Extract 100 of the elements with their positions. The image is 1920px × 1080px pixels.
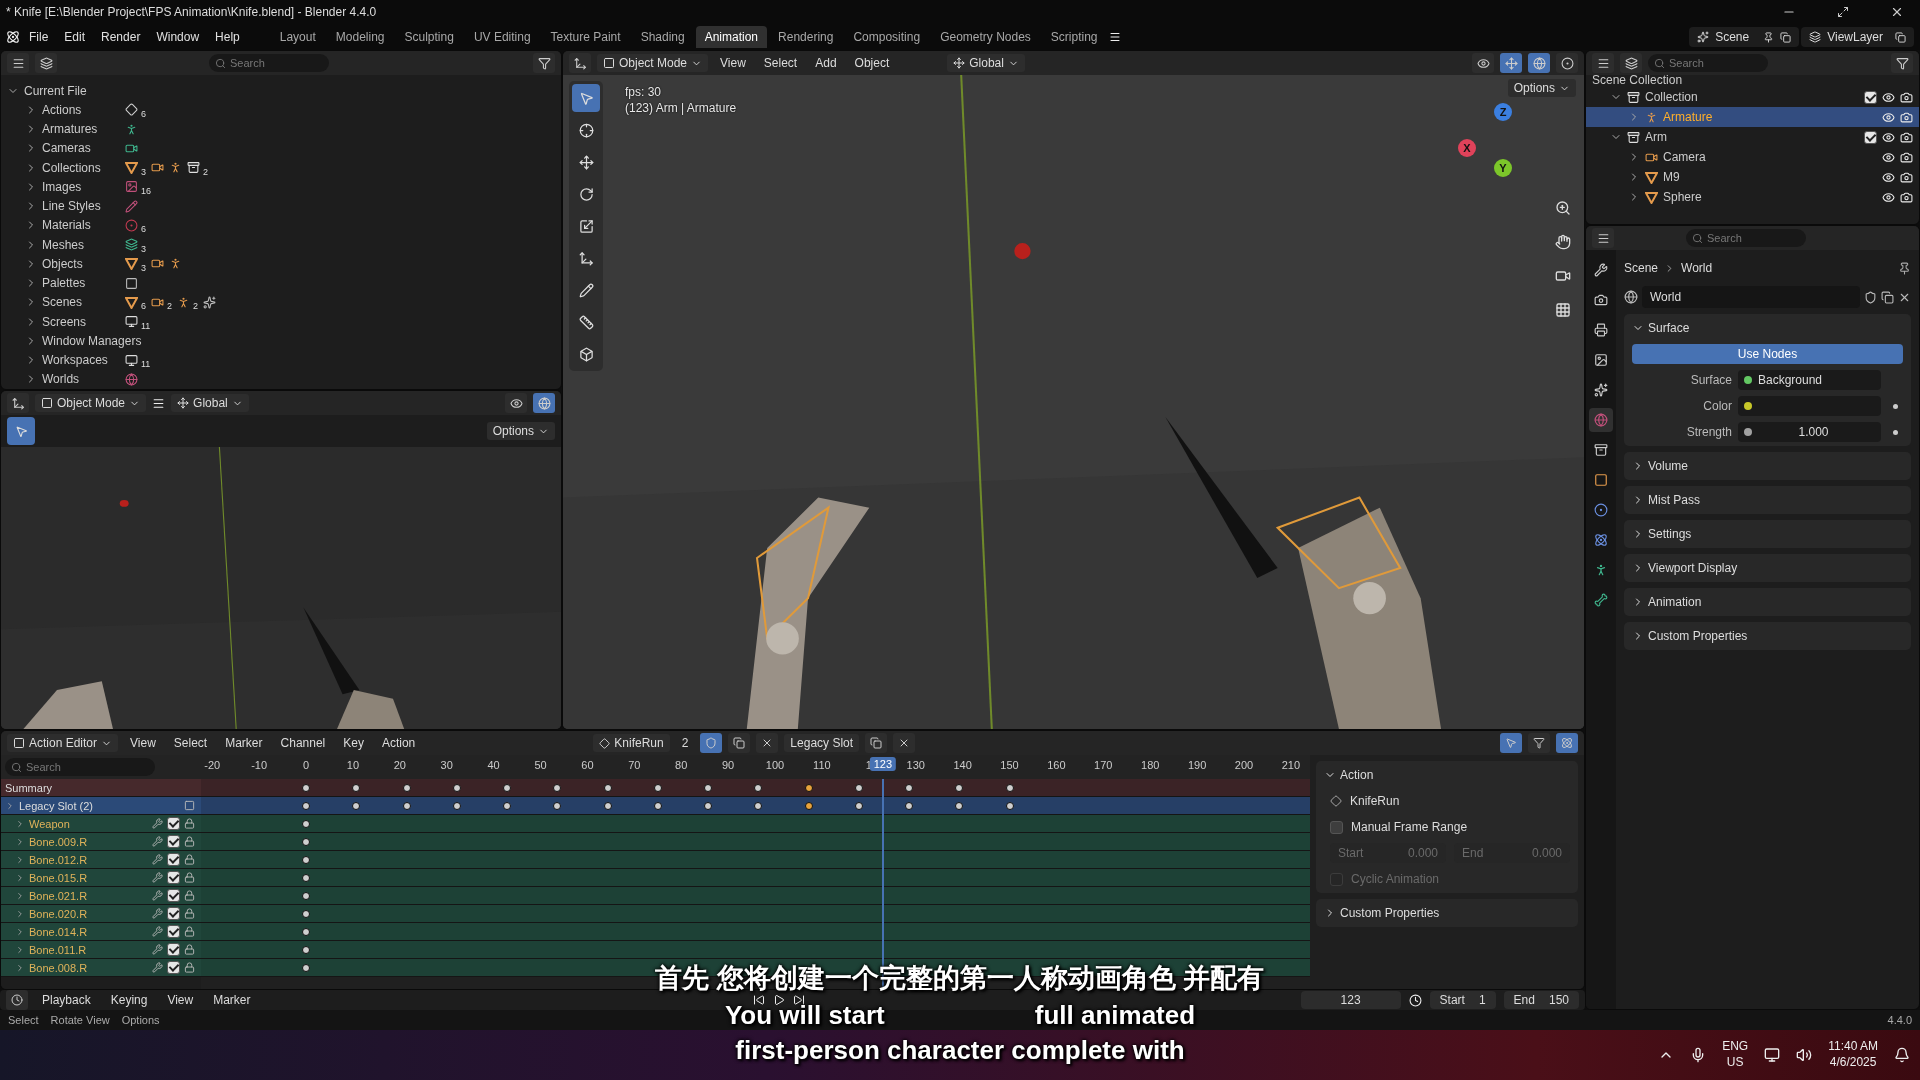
keyframe[interactable] [302, 928, 310, 936]
editor-type-icon[interactable] [1596, 231, 1610, 245]
tree-item[interactable]: Armatures [42, 122, 120, 137]
keyframe[interactable] [955, 802, 964, 810]
keyframe[interactable] [553, 784, 562, 792]
keyframe[interactable] [302, 964, 310, 972]
tree-item[interactable]: Cameras [42, 141, 120, 156]
workspace-tab[interactable]: Scripting [1041, 26, 1107, 48]
keyframe[interactable] [704, 802, 712, 810]
tree-item[interactable]: Objects [42, 256, 120, 271]
transform-tool-icon[interactable] [578, 250, 594, 266]
panel-title[interactable]: Custom Properties [1648, 629, 1748, 643]
panel-title[interactable]: Viewport Display [1648, 561, 1738, 575]
keyframe[interactable] [653, 802, 662, 810]
checkbox[interactable] [1864, 130, 1877, 144]
menu-item[interactable]: View [714, 54, 752, 72]
editor-type-icon[interactable] [573, 56, 587, 70]
world-tab-icon[interactable] [1594, 413, 1608, 427]
rotate-tool-icon[interactable] [578, 186, 594, 202]
tree-item[interactable]: Palettes [42, 276, 120, 291]
tree-item[interactable]: Arm [1645, 130, 1667, 144]
editor-mode-dropdown[interactable]: Action Editor [7, 734, 119, 752]
checkbox[interactable] [1330, 820, 1343, 834]
menu-item[interactable]: Marker [207, 991, 257, 1009]
visibility-icon[interactable] [509, 396, 523, 410]
tree-item[interactable]: Current File [24, 83, 87, 98]
shader-field[interactable]: Background [1738, 370, 1881, 390]
menu-item[interactable]: Edit [57, 27, 93, 47]
number-field[interactable]: 1.000 [1738, 422, 1881, 442]
options-dropdown[interactable]: Options [486, 422, 555, 440]
panel-title[interactable]: Custom Properties [1340, 906, 1440, 920]
keyframe[interactable] [754, 784, 763, 792]
keyframe[interactable] [1005, 802, 1014, 810]
jump-end-icon[interactable] [792, 994, 805, 1006]
workspace-tab[interactable]: Geometry Nodes [931, 26, 1040, 48]
keyframe[interactable] [804, 802, 813, 810]
menu-item[interactable]: Add [809, 54, 843, 72]
visibility-icon[interactable] [1882, 130, 1895, 144]
tree-item[interactable]: Line Styles [42, 199, 120, 214]
visibility-icon[interactable] [1882, 150, 1895, 164]
filter-icon[interactable] [1895, 56, 1909, 70]
search-field[interactable]: Search [209, 54, 329, 72]
tree-item[interactable]: Window Managers [42, 333, 142, 348]
play-icon[interactable] [772, 994, 785, 1006]
render-icon[interactable] [1900, 150, 1913, 164]
tree-item[interactable]: M9 [1663, 170, 1680, 184]
editor-type-icon[interactable] [1596, 56, 1610, 70]
checkbox[interactable] [167, 943, 180, 956]
render-icon[interactable] [1900, 170, 1913, 184]
editor-type-icon[interactable] [11, 396, 25, 410]
tree-item[interactable]: Worlds [42, 372, 120, 387]
scale-tool-icon[interactable] [578, 218, 594, 234]
visibility-icon[interactable] [1476, 56, 1490, 70]
world-icon[interactable] [1624, 290, 1638, 304]
checkbox[interactable] [167, 961, 180, 974]
menu-item[interactable]: Select [167, 734, 214, 752]
keyframe[interactable] [402, 802, 411, 810]
menu-icon[interactable] [152, 396, 166, 410]
keyframe[interactable] [452, 784, 461, 792]
keyframe[interactable] [402, 784, 411, 792]
editor-type-icon[interactable] [11, 56, 25, 70]
checkbox[interactable] [167, 907, 180, 920]
end-frame-field[interactable]: End 150 [1503, 991, 1579, 1009]
panel-title[interactable]: Surface [1648, 321, 1690, 335]
color-field[interactable] [1738, 396, 1881, 416]
pin-icon[interactable] [1898, 261, 1911, 275]
volume-icon[interactable] [1796, 1047, 1813, 1063]
display-mode-icon[interactable] [39, 56, 53, 70]
menu-item[interactable]: Playback [36, 991, 97, 1009]
gizmo-toggle-icon[interactable] [1504, 56, 1518, 70]
breadcrumb-item[interactable]: World [1681, 261, 1713, 275]
grid-icon[interactable] [1555, 302, 1571, 318]
menu-item[interactable]: Select [757, 54, 804, 72]
render-icon[interactable] [1900, 90, 1913, 104]
scene-tab-icon[interactable] [1594, 383, 1608, 397]
keyframe[interactable] [704, 784, 712, 792]
render-icon[interactable] [1900, 130, 1913, 144]
duplicate-icon[interactable] [733, 737, 746, 749]
menu-item[interactable]: Marker [219, 734, 269, 752]
mode-dropdown[interactable]: Object Mode [597, 54, 709, 72]
expand-icon[interactable] [15, 962, 25, 973]
tree-item[interactable]: Screens [42, 314, 120, 329]
object-tab-icon[interactable] [1594, 473, 1608, 487]
view-layer-field[interactable]: ViewLayer [1801, 27, 1914, 47]
filter-icon[interactable] [537, 56, 551, 70]
workspace-tab[interactable]: Animation [695, 26, 768, 48]
scene-field[interactable]: Scene [1689, 27, 1800, 47]
keyframe[interactable] [503, 802, 511, 810]
add-cube-tool-icon[interactable] [578, 346, 594, 362]
armature-tab-icon[interactable] [1594, 563, 1608, 577]
tree-item[interactable]: Collections [42, 160, 120, 175]
select-tool-icon[interactable] [578, 90, 594, 106]
tool-tab-icon[interactable] [1594, 263, 1608, 277]
options-dropdown[interactable]: Options [1507, 79, 1576, 97]
menu-item[interactable]: File [22, 27, 56, 47]
panel-title[interactable]: Action [1340, 768, 1374, 782]
add-workspace-icon[interactable] [1108, 31, 1121, 43]
expand-icon[interactable] [15, 818, 25, 829]
duplicate-icon[interactable] [1881, 290, 1894, 304]
menu-item[interactable]: Window [149, 27, 207, 47]
